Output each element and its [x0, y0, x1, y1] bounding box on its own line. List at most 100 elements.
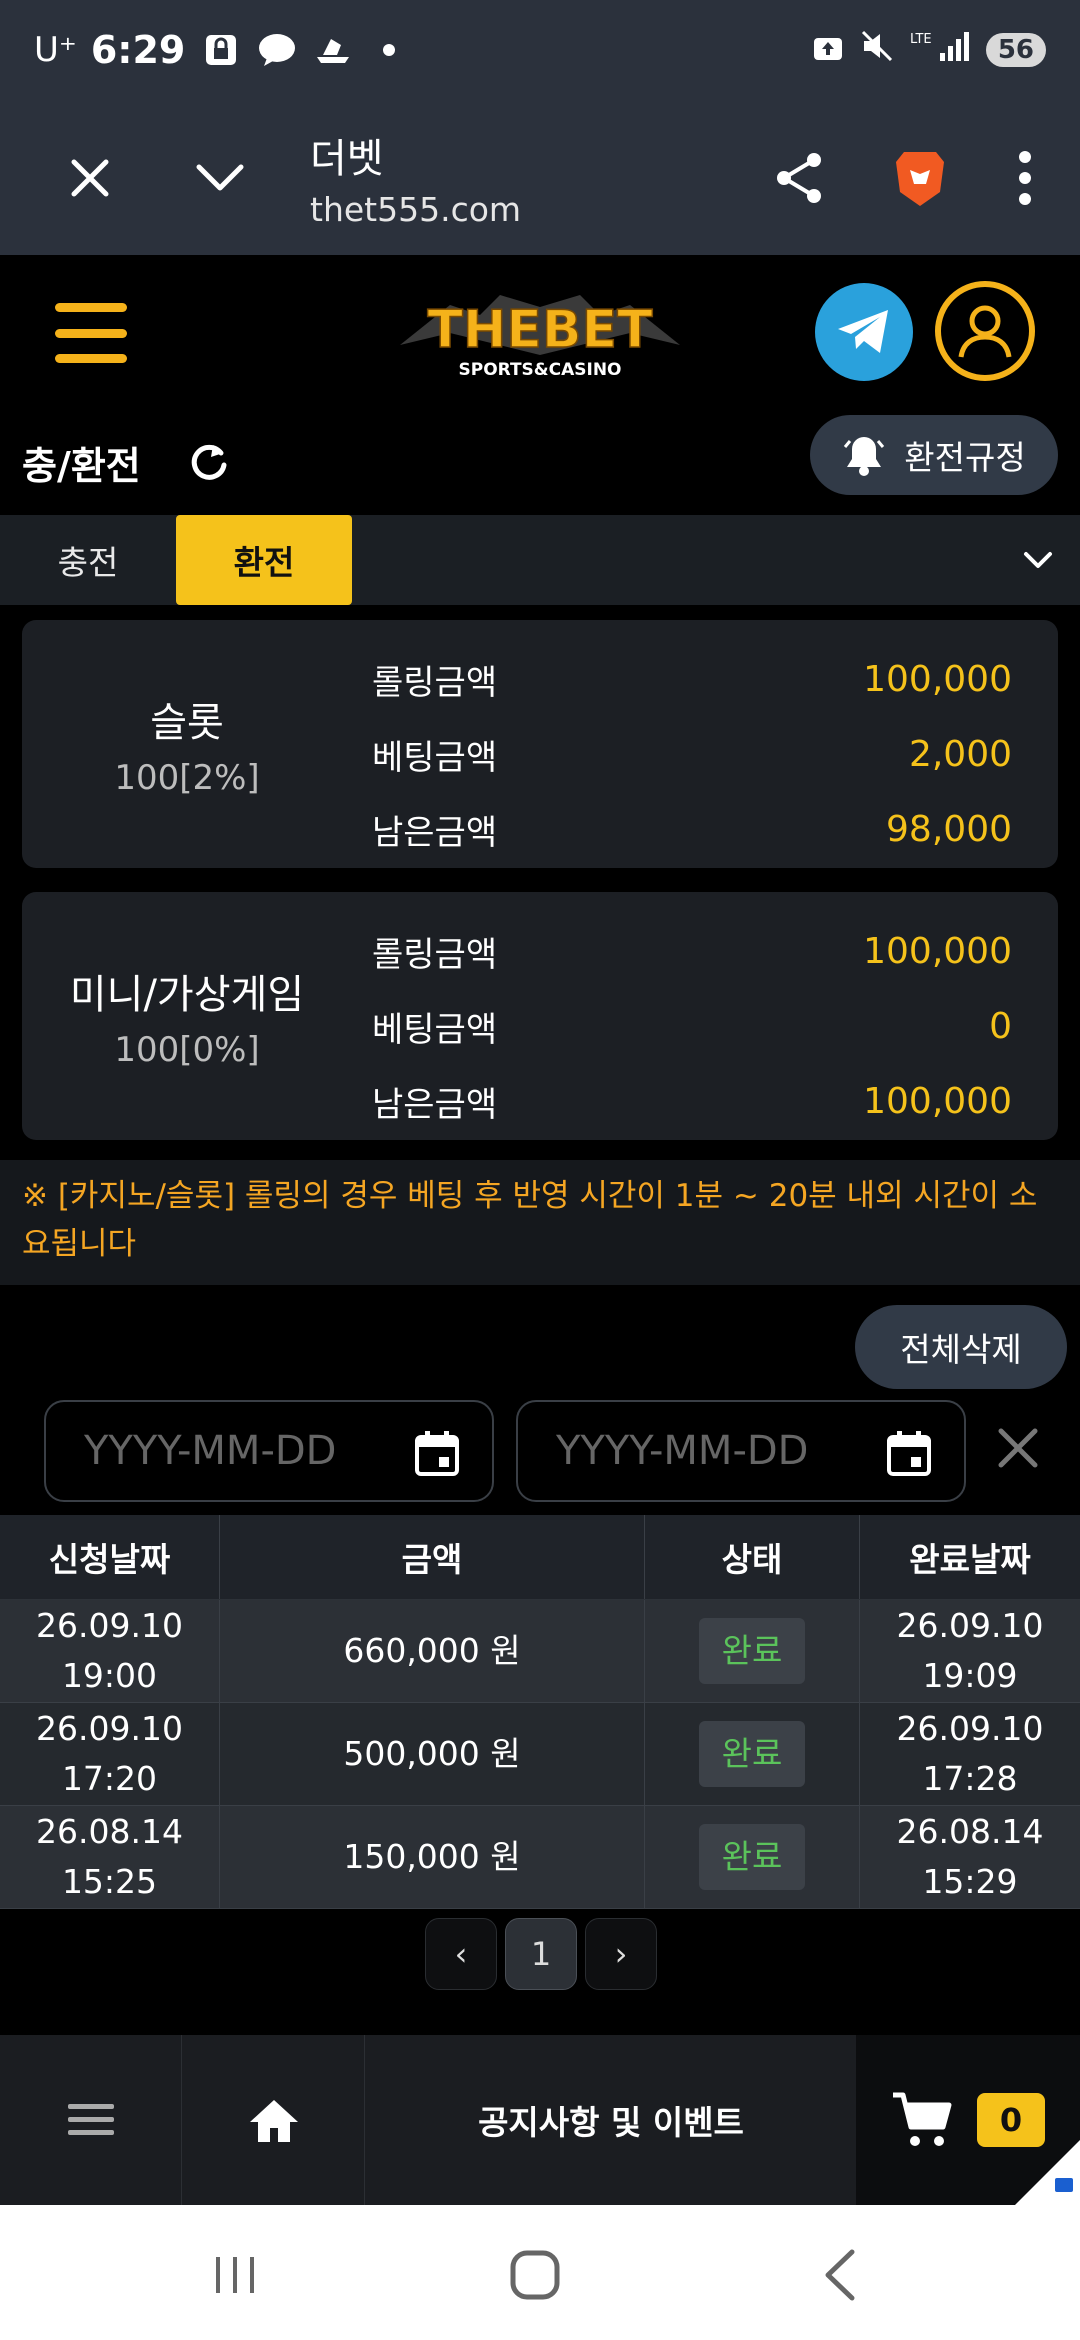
- recent-apps-button[interactable]: [195, 2235, 275, 2315]
- table-header: 신청날짜 금액 상태 완료날짜: [0, 1515, 1080, 1600]
- table-row[interactable]: 26.08.14 15:25 150,000 원 완료 26.08.14 15:…: [0, 1806, 1080, 1909]
- request-date-cell: 26.08.14 15:25: [0, 1806, 220, 1908]
- share-icon: [777, 152, 821, 203]
- home-button[interactable]: [183, 2035, 365, 2205]
- back-icon: [825, 2249, 855, 2301]
- brave-shield-button[interactable]: [860, 118, 980, 238]
- page-title: 충/환전: [22, 444, 141, 488]
- done-time: 17:28: [922, 1759, 1018, 1798]
- done-date: 26.09.10: [896, 1606, 1044, 1645]
- more-options-button[interactable]: [980, 118, 1070, 238]
- exchange-rules-label: 환전규정: [904, 438, 1026, 477]
- start-date-input[interactable]: YYYY-MM-DD: [44, 1400, 494, 1502]
- site-name: 더벳: [310, 136, 384, 182]
- brave-lion-icon: [896, 151, 944, 206]
- bell-icon: [844, 437, 885, 476]
- tab-exchange[interactable]: 환전: [176, 515, 352, 605]
- done-time: 19:09: [922, 1656, 1018, 1695]
- share-button[interactable]: [740, 118, 860, 238]
- exchange-rules-button[interactable]: 환전규정: [810, 415, 1058, 495]
- next-page-button[interactable]: ›: [585, 1918, 657, 1990]
- column-header: 신청날짜: [0, 1515, 220, 1599]
- amount-cell: 500,000 원: [220, 1703, 645, 1805]
- amount-cell: 660,000 원: [220, 1600, 645, 1702]
- svg-text:LTE: LTE: [910, 32, 932, 47]
- cart-count: 0: [977, 2093, 1045, 2147]
- browser-toolbar: 더벳 thet555.com: [0, 100, 1080, 255]
- delete-all-button[interactable]: 전체삭제: [855, 1305, 1067, 1389]
- rolling-row: 베팅금액 2,000: [372, 717, 1012, 792]
- thebet-logo[interactable]: THEBET SPORTS&CASINO: [390, 285, 690, 385]
- done-date-cell: 26.08.14 15:29: [860, 1806, 1080, 1908]
- browser-title-block[interactable]: 더벳 thet555.com: [310, 126, 521, 229]
- status-cell: 완료: [645, 1600, 860, 1702]
- amount-cell: 150,000 원: [220, 1806, 645, 1908]
- cart-icon: [893, 2092, 952, 2146]
- page-title-row: 충/환전 환전규정: [0, 415, 1080, 515]
- done-date-cell: 26.09.10 17:28: [860, 1703, 1080, 1805]
- game-rate: 100[2%]: [114, 758, 260, 798]
- prev-page-button[interactable]: ‹: [425, 1918, 497, 1990]
- clear-filter-icon[interactable]: [995, 1425, 1041, 1471]
- table-row[interactable]: 26.09.10 19:00 660,000 원 완료 26.09.10 19:…: [0, 1600, 1080, 1703]
- user-profile-button[interactable]: [935, 281, 1035, 381]
- tab-charge[interactable]: 충전: [0, 515, 176, 605]
- home-system-button[interactable]: [495, 2235, 575, 2315]
- status-badge: 완료: [699, 1824, 805, 1890]
- minimize-button[interactable]: [160, 118, 280, 238]
- exchange-history-table: 신청날짜 금액 상태 완료날짜 26.09.10 19:00 660,000 원…: [0, 1515, 1080, 1909]
- tab-bar: 충전 환전: [0, 515, 1080, 605]
- status-cell: 완료: [645, 1703, 860, 1805]
- hamburger-bar: [55, 303, 127, 312]
- home-icon: [249, 2100, 298, 2142]
- game-info: 미니/가상게임 100[0%]: [22, 892, 352, 1140]
- table-row[interactable]: 26.09.10 17:20 500,000 원 완료 26.09.10 17:…: [0, 1703, 1080, 1806]
- home-circle-icon: [510, 2250, 560, 2300]
- close-tab-button[interactable]: [30, 118, 150, 238]
- request-date: 26.09.10: [36, 1709, 183, 1748]
- done-date: 26.08.14: [896, 1812, 1044, 1851]
- site-menu-button[interactable]: [55, 303, 127, 363]
- game-info: 슬롯 100[2%]: [22, 620, 352, 868]
- rolling-row: 베팅금액 0: [372, 989, 1012, 1064]
- row-label: 롤링금액: [372, 935, 498, 975]
- start-date-placeholder: YYYY-MM-DD: [84, 1428, 337, 1474]
- refresh-icon[interactable]: [185, 439, 231, 485]
- recent-apps-icon: [216, 2257, 254, 2293]
- request-time: 19:00: [61, 1656, 158, 1695]
- request-time: 15:25: [61, 1862, 158, 1901]
- telegram-button[interactable]: [815, 283, 913, 381]
- chevron-down-icon[interactable]: [1018, 540, 1058, 580]
- corner-badge-icon[interactable]: [1015, 2140, 1080, 2205]
- user-icon: [958, 305, 1012, 358]
- rolling-card-slot: 슬롯 100[2%] 롤링금액 100,000 베팅금액 2,000 남은금액 …: [22, 620, 1058, 868]
- logo-sub-text: SPORTS&CASINO: [458, 360, 621, 380]
- hamburger-bar: [55, 328, 127, 338]
- site-bottom-nav: 공지사항 및 이벤트 0: [0, 2035, 1080, 2205]
- row-label: 남은금액: [372, 813, 498, 853]
- done-time: 15:29: [922, 1862, 1018, 1901]
- calendar-icon[interactable]: [412, 1428, 462, 1478]
- game-name: 슬롯: [150, 700, 224, 746]
- back-button[interactable]: [800, 2235, 880, 2315]
- row-value: 98,000: [886, 809, 1012, 850]
- bottom-menu-button[interactable]: [0, 2035, 182, 2205]
- end-date-input[interactable]: YYYY-MM-DD: [516, 1400, 966, 1502]
- rolling-row: 롤링금액 100,000: [372, 642, 1012, 717]
- data-saver-icon: [812, 30, 844, 71]
- done-date-cell: 26.09.10 19:09: [860, 1600, 1080, 1702]
- request-date: 26.09.10: [36, 1606, 183, 1645]
- row-value: 100,000: [863, 931, 1012, 972]
- row-label: 베팅금액: [372, 738, 498, 778]
- site-header: THEBET SPORTS&CASINO: [0, 255, 1080, 415]
- lte-signal-icon: LTE: [910, 29, 970, 72]
- rolling-notice: ※ [카지노/슬롯] 롤링의 경우 베팅 후 반영 시간이 1분 ~ 20분 내…: [0, 1160, 1080, 1285]
- notice-events-link[interactable]: 공지사항 및 이벤트: [366, 2035, 856, 2205]
- calendar-icon[interactable]: [884, 1428, 934, 1478]
- logo-main-text: THEBET: [427, 300, 653, 360]
- rolling-row: 남은금액 98,000: [372, 792, 1012, 867]
- status-cell: 완료: [645, 1806, 860, 1908]
- menu-icon: [67, 2104, 114, 2135]
- rolling-row: 롤링금액 100,000: [372, 914, 1012, 989]
- page-1-button[interactable]: 1: [505, 1918, 577, 1990]
